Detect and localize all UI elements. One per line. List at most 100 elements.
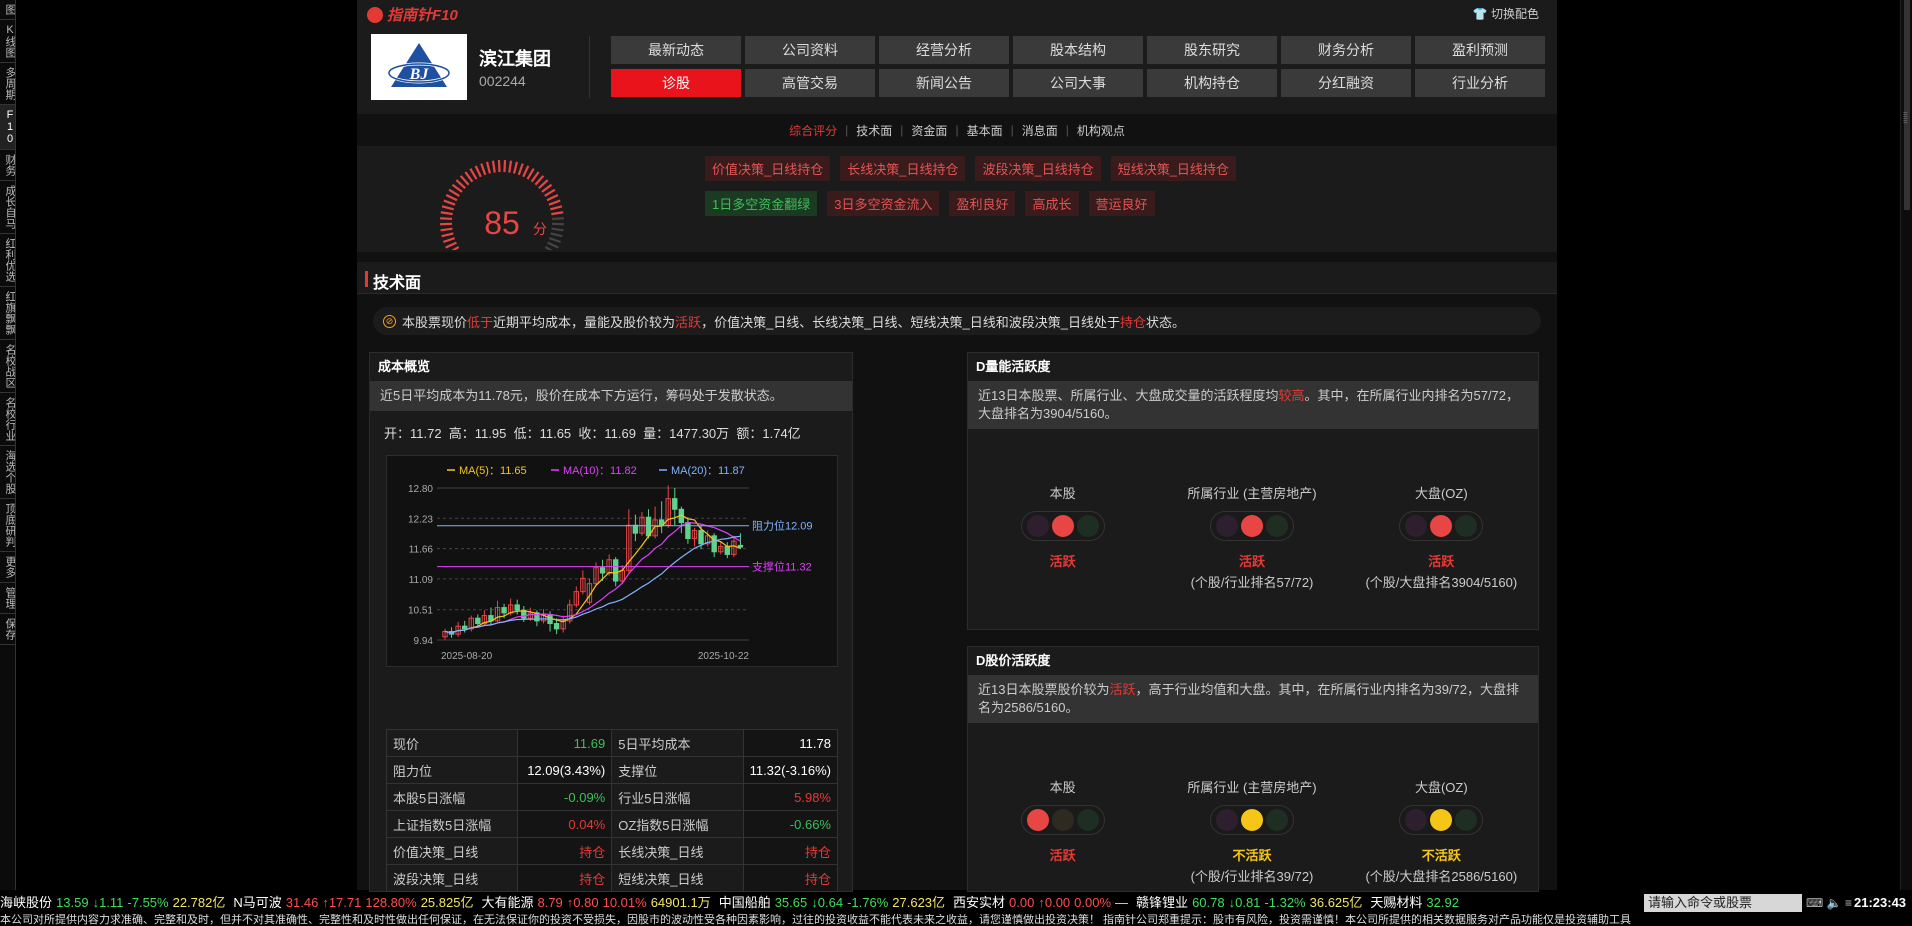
ticker-volume: 25.825亿: [420, 895, 474, 910]
ticker-pct: 128.80%: [365, 895, 417, 910]
signal-tag[interactable]: 营运良好: [1088, 191, 1155, 216]
resistance-label: 阻力位12.09: [752, 519, 813, 533]
ticker-item[interactable]: 中国船舶 35.65 ↓0.64 -1.76% 27.623亿: [719, 895, 949, 910]
nav-button[interactable]: 最新动态: [611, 36, 741, 64]
sidebar-item[interactable]: 名校行业: [0, 393, 15, 446]
system-tray: ⌨ 🔈 ≡: [1806, 894, 1856, 912]
y-tick-label: 9.94: [414, 636, 434, 647]
desc-text: 近13日本股票、所属行业、大盘成交量的活跃程度均: [978, 388, 1279, 403]
signal-tag[interactable]: 长线决策_日线持仓: [840, 156, 966, 181]
signal-tag[interactable]: 盈利良好: [949, 191, 1016, 216]
stat-label: 本股5日涨幅: [385, 783, 519, 811]
notice-text: ，价值决策_日线、长线决策_日线、短线决策_日线和波段决策_日线处于: [701, 314, 1120, 330]
nav-button[interactable]: 新闻公告: [879, 69, 1009, 97]
ticker-item[interactable]: 海峡股份 13.59 ↓1.11 -7.55% 22.782亿: [0, 895, 229, 910]
sidebar-item[interactable]: 成长自马: [0, 181, 15, 234]
sub-tab[interactable]: 机构观点: [1069, 122, 1133, 139]
section-accent: [365, 271, 368, 287]
nav-button[interactable]: 诊股: [611, 69, 741, 97]
cost-chart[interactable]: MA(5)：11.65 MA(10)：11.82 MA(20)：11.87 12.80…: [386, 455, 838, 667]
stat-label: 长线决策_日线: [611, 837, 744, 865]
gauge-tick: [551, 227, 564, 232]
nav-button[interactable]: 经营分析: [879, 36, 1009, 64]
sidebar-item[interactable]: 图: [0, 0, 15, 20]
candlestick-chart: MA(5)：11.65 MA(10)：11.82 MA(20)：11.87 12.80…: [408, 465, 813, 662]
sub-tab[interactable]: 基本面: [959, 122, 1011, 139]
sidebar-item[interactable]: 名校战区: [0, 340, 15, 393]
nav-button[interactable]: 股本结构: [1013, 36, 1143, 64]
stat-value: 持仓: [517, 837, 613, 865]
sidebar-item[interactable]: 海选个股: [0, 446, 15, 499]
candle-body: [698, 530, 704, 545]
gauge-tick: [544, 188, 556, 197]
nav-button[interactable]: 公司资料: [745, 36, 875, 64]
sidebar-item[interactable]: 顶底研判: [0, 499, 15, 552]
sidebar-item[interactable]: 更多: [0, 552, 15, 583]
traffic-light: [1020, 511, 1105, 541]
candle-body: [672, 498, 678, 510]
ticker-volume: —: [1115, 895, 1129, 910]
command-input[interactable]: 请输入命令或股票: [1644, 894, 1802, 912]
ticker-name: N马可波: [233, 895, 282, 910]
support-label: 支撑位11.32: [752, 560, 812, 574]
ticker-item[interactable]: 大有能源 8.79 ↑0.80 10.01% 64901.1万: [481, 895, 714, 910]
signal-tag[interactable]: 波段决策_日线持仓: [975, 156, 1101, 181]
disclaimer: 本公司对所提供内容力求准确、完整和及时，但并不对其准确性、完整性和及时性做出任何…: [0, 914, 1912, 926]
y-tick-label: 10.51: [408, 606, 433, 617]
tray-menu-icon[interactable]: ≡: [1845, 896, 1852, 910]
candle-body: [685, 522, 691, 539]
gauge-tick: [522, 165, 530, 178]
ticker-item[interactable]: 西安实材 0.00 ↑0.00 0.00% —: [953, 895, 1132, 910]
gauge-tick: [440, 217, 453, 221]
activity-status: 不活跃: [1421, 848, 1461, 863]
nav-button[interactable]: 分红融资: [1281, 69, 1411, 97]
ticker-item[interactable]: N马可波 31.46 ↑17.71 128.80% 25.825亿: [233, 895, 477, 910]
signal-tag[interactable]: 短线决策_日线持仓: [1110, 156, 1236, 181]
sidebar-item[interactable]: 管理: [0, 583, 15, 614]
nav-button[interactable]: 高管交易: [745, 69, 875, 97]
sidebar-item[interactable]: 财务: [0, 150, 15, 181]
nav-button[interactable]: 公司大事: [1013, 69, 1143, 97]
nav-button[interactable]: 财务分析: [1281, 36, 1411, 64]
nav-button[interactable]: 股东研究: [1147, 36, 1277, 64]
nav-button[interactable]: 行业分析: [1415, 69, 1545, 97]
sub-tab[interactable]: 综合评分: [781, 122, 845, 139]
sub-tab[interactable]: 技术面: [848, 122, 900, 139]
signal-tag[interactable]: 1日多空资金翻绿: [705, 191, 818, 216]
sidebar-item[interactable]: 多周期: [0, 63, 15, 105]
ticker-price: 0.00: [1009, 895, 1035, 910]
sidebar-item[interactable]: F10: [0, 105, 15, 150]
scrollbar-thumb[interactable]: [1904, 0, 1910, 210]
gauge-tick: [526, 168, 535, 180]
nav-button[interactable]: 盈利预测: [1415, 36, 1545, 64]
gauge-tick: [546, 194, 559, 202]
sidebar-item[interactable]: 红利优选: [0, 234, 15, 287]
signal-tag[interactable]: 高成长: [1025, 191, 1079, 216]
speaker-icon[interactable]: 🔈: [1827, 896, 1842, 910]
sub-tab[interactable]: 资金面: [903, 122, 955, 139]
company-logo-image: BJ: [387, 43, 451, 87]
ticker-item[interactable]: 赣锋锂业 60.78 ↓0.81 -1.32% 36.625亿: [1136, 895, 1366, 910]
keyboard-icon[interactable]: ⌨: [1806, 896, 1823, 910]
svg-text:BJ: BJ: [409, 66, 430, 83]
sidebar-item[interactable]: K线图: [0, 20, 15, 63]
traffic-light: [1399, 805, 1484, 835]
score-gauge: 85 分: [440, 160, 564, 250]
sub-tab[interactable]: 消息面: [1014, 122, 1066, 139]
market-ticker[interactable]: 海峡股份 13.59 ↓1.11 -7.55% 22.782亿 N马可波 31.46 ↑17.…: [0, 894, 1640, 912]
gauge-tick: [534, 175, 545, 186]
ticker-pct: -1.32%: [1264, 895, 1306, 910]
nav-button[interactable]: 机构持仓: [1147, 69, 1277, 97]
notice-highlight: 持仓: [1119, 314, 1146, 330]
ticker-name: 海峡股份: [0, 895, 53, 910]
notice-highlight: 低于: [467, 314, 494, 330]
page-scrollbar[interactable]: = = =: [1900, 0, 1912, 890]
legend-entry: MA(10)：11.82: [563, 465, 637, 477]
ticker-item[interactable]: 天赐材料 32.92: [1370, 895, 1463, 910]
signal-tag[interactable]: 3日多空资金流入: [827, 191, 940, 216]
activity-rank: (个股/大盘排名2586/5160): [1365, 869, 1518, 884]
sidebar-item[interactable]: 保存: [0, 614, 15, 645]
sidebar-item[interactable]: 红旗飘飘: [0, 287, 15, 340]
signal-tag[interactable]: 价值决策_日线持仓: [705, 156, 831, 181]
switch-theme-button[interactable]: 👕 切换配色: [1473, 5, 1539, 22]
